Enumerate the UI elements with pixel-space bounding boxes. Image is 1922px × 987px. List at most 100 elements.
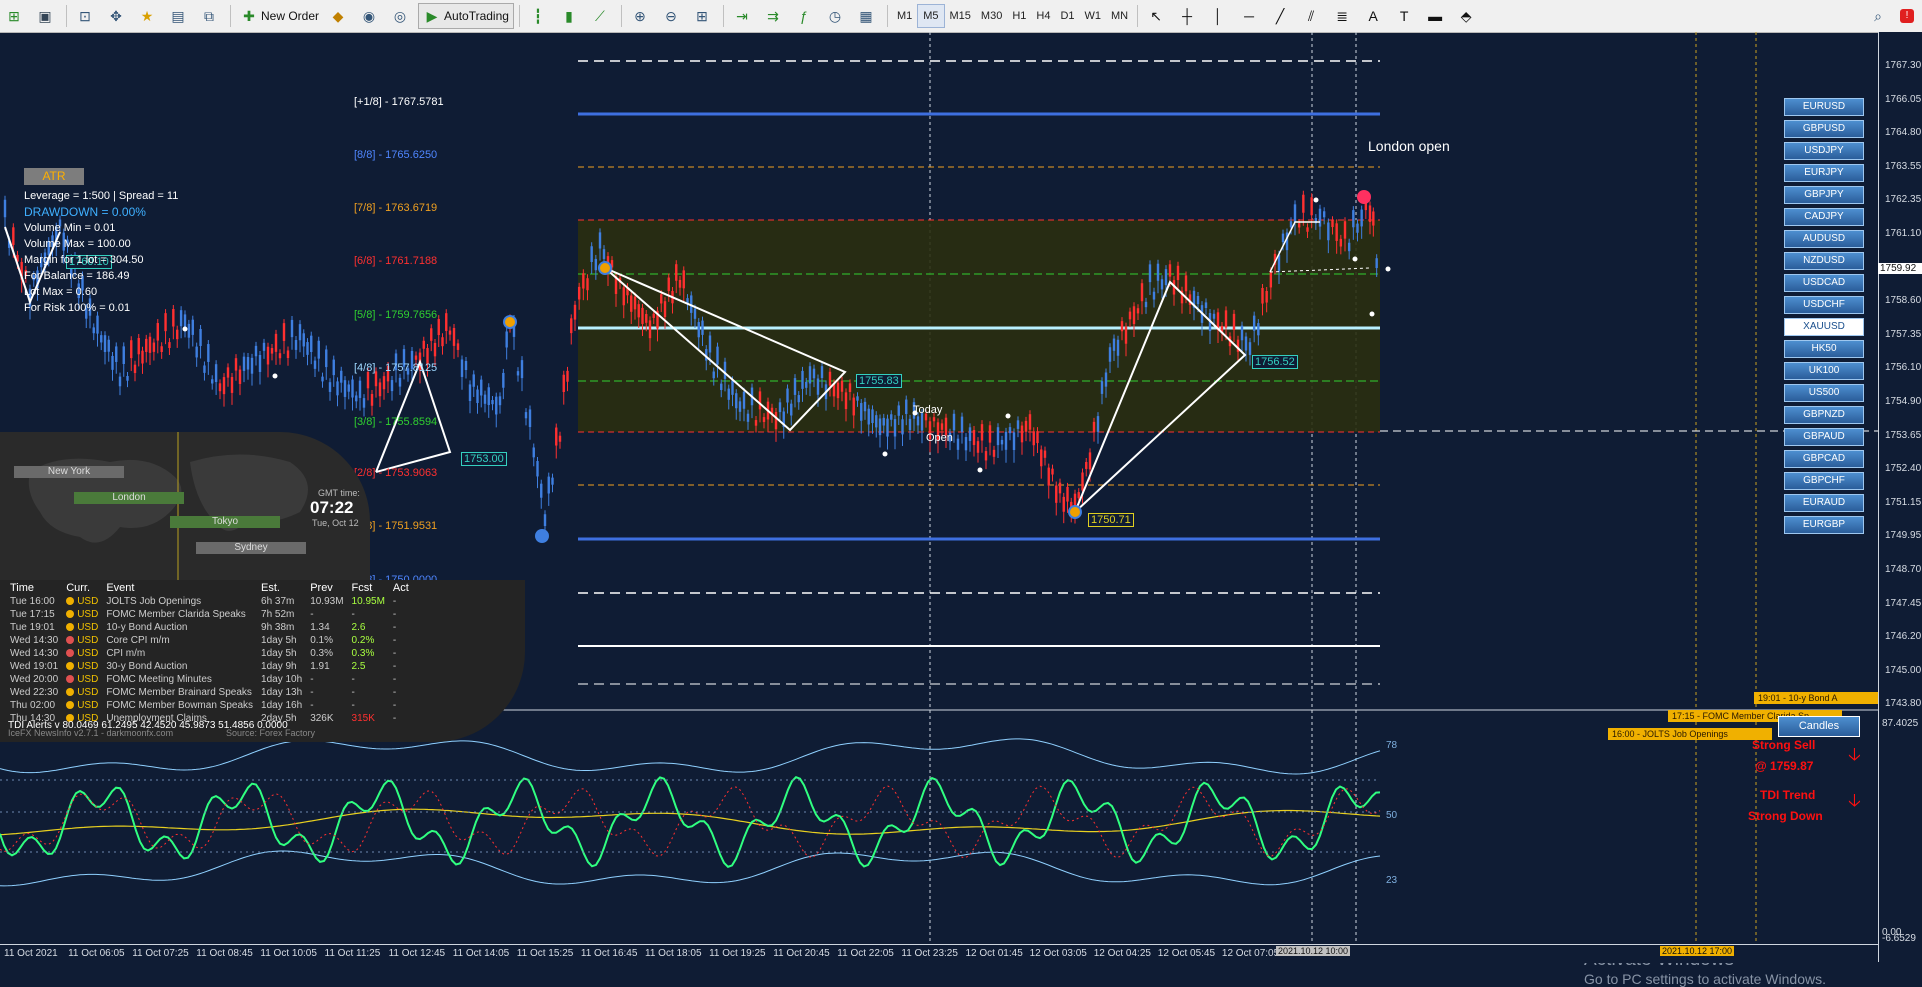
symbol-button-gbpnzd[interactable]: GBPNZD bbox=[1784, 406, 1864, 424]
bar-chart-button[interactable]: ┇ bbox=[525, 4, 554, 28]
symbol-button-gbpaud[interactable]: GBPAUD bbox=[1784, 428, 1864, 446]
news-cell: 0.3% bbox=[351, 648, 375, 659]
market-button[interactable]: ◎ bbox=[387, 4, 416, 28]
cursor-tool[interactable]: ↖ bbox=[1143, 4, 1172, 28]
symbol-button-xauusd[interactable]: XAUUSD bbox=[1784, 318, 1864, 336]
profiles-button[interactable]: ▣ bbox=[32, 4, 61, 28]
signals-button[interactable]: ◉ bbox=[356, 4, 385, 28]
fibonacci-tool[interactable]: ≣ bbox=[1329, 4, 1358, 28]
templates-button[interactable]: ▦ bbox=[853, 4, 882, 28]
label-tool[interactable]: T bbox=[1391, 4, 1420, 28]
symbol-button-cadjpy[interactable]: CADJPY bbox=[1784, 208, 1864, 226]
zoom-in-button[interactable]: ⊕ bbox=[627, 4, 656, 28]
chart-area[interactable]: [+1/8] - 1767.5781 [8/8] - 1765.6250 [7/8]… bbox=[0, 32, 1922, 987]
symbol-button-gbpchf[interactable]: GBPCHF bbox=[1784, 472, 1864, 490]
horizontal-line-icon: ─ bbox=[1244, 8, 1255, 24]
symbol-button-eurjpy[interactable]: EURJPY bbox=[1784, 164, 1864, 182]
symbol-button-eurusd[interactable]: EURUSD bbox=[1784, 98, 1864, 116]
notifications-button[interactable]: ! bbox=[1896, 4, 1921, 28]
candle-body bbox=[984, 451, 988, 461]
symbol-button-eurgbp[interactable]: EURGBP bbox=[1784, 516, 1864, 534]
time-axis[interactable]: 11 Oct 2021 11 Oct 06:05 11 Oct 07:25 11 Oc… bbox=[0, 944, 1878, 963]
symbol-button-us500[interactable]: US500 bbox=[1784, 384, 1864, 402]
timeframe-m15[interactable]: M15 bbox=[945, 5, 976, 27]
timeframe-m5[interactable]: M5 bbox=[917, 4, 945, 28]
chart-shift-button[interactable]: ⇥ bbox=[729, 4, 758, 28]
news-cell: - bbox=[310, 700, 314, 711]
timeframe-m30[interactable]: M30 bbox=[976, 5, 1007, 27]
arrows-tool[interactable]: ▬ bbox=[1422, 4, 1451, 28]
candle-body bbox=[976, 441, 980, 453]
price-axis[interactable]: 1767.30 1766.05 1764.80 1763.55 1762.35 1761.… bbox=[1878, 32, 1922, 962]
data-window-button[interactable]: ✥ bbox=[103, 4, 132, 28]
candle-body bbox=[1081, 472, 1084, 491]
candle-body bbox=[701, 320, 704, 335]
candle-body bbox=[1232, 313, 1236, 331]
search-button[interactable]: ⌕ bbox=[1865, 4, 1894, 28]
candle-body bbox=[893, 419, 897, 437]
impact-dot-icon bbox=[66, 649, 75, 658]
line-chart-button[interactable]: ⟋ bbox=[587, 4, 616, 28]
tester-button[interactable]: ⧉ bbox=[196, 4, 225, 28]
new-order-button[interactable]: ✚ New Order bbox=[236, 4, 323, 28]
symbol-button-usdjpy[interactable]: USDJPY bbox=[1784, 142, 1864, 160]
timeframe-w1[interactable]: W1 bbox=[1080, 5, 1107, 27]
timeframe-m1[interactable]: M1 bbox=[892, 5, 917, 27]
timeframe-h4[interactable]: H4 bbox=[1031, 5, 1055, 27]
time-axis-label: 11 Oct 20:45 bbox=[773, 948, 830, 959]
candle-body bbox=[1318, 208, 1322, 227]
candle-body bbox=[230, 377, 234, 393]
symbol-button-gbpjpy[interactable]: GBPJPY bbox=[1784, 186, 1864, 204]
vertical-line-tool[interactable]: │ bbox=[1205, 4, 1234, 28]
symbol-button-euraud[interactable]: EURAUD bbox=[1784, 494, 1864, 512]
shapes-tool[interactable]: ⬘ bbox=[1453, 4, 1482, 28]
crosshair-tool[interactable]: ┼ bbox=[1174, 4, 1203, 28]
symbol-button-usdcad[interactable]: USDCAD bbox=[1784, 274, 1864, 292]
murrey-label: [7/8] - 1763.6719 bbox=[354, 202, 438, 214]
autoscroll-button[interactable]: ⇉ bbox=[760, 4, 789, 28]
timeframe-d1[interactable]: D1 bbox=[1055, 5, 1079, 27]
candle-body bbox=[555, 427, 558, 446]
terminal-button[interactable]: ▤ bbox=[165, 4, 194, 28]
indicators-button[interactable]: ƒ bbox=[791, 4, 820, 28]
candle-body bbox=[1128, 311, 1132, 320]
toolbar-divider bbox=[518, 5, 520, 27]
candlestick-button[interactable]: ▮ bbox=[556, 4, 585, 28]
symbol-button-usdchf[interactable]: USDCHF bbox=[1784, 296, 1864, 314]
trendline-tool[interactable]: ╱ bbox=[1267, 4, 1296, 28]
candles-button[interactable]: Candles bbox=[1778, 716, 1860, 737]
tile-windows-button[interactable]: ⊞ bbox=[689, 4, 718, 28]
symbol-button-nzdusd[interactable]: NZDUSD bbox=[1784, 252, 1864, 270]
candle-body bbox=[370, 393, 374, 406]
tdi-axis-bottom2: -6.6529 bbox=[1882, 933, 1916, 944]
periods-button[interactable]: ◷ bbox=[822, 4, 851, 28]
candle-body bbox=[1347, 242, 1351, 252]
news-cell: - bbox=[351, 700, 355, 711]
candle-body bbox=[675, 264, 678, 281]
fibonacci-icon: ≣ bbox=[1336, 8, 1348, 24]
new-chart-button[interactable]: ⊞ bbox=[1, 4, 30, 28]
symbol-button-gbpcad[interactable]: GBPCAD bbox=[1784, 450, 1864, 468]
channel-tool[interactable]: ⫽ bbox=[1298, 4, 1327, 28]
candle-body bbox=[122, 346, 125, 364]
news-cell: - bbox=[310, 609, 314, 620]
candle-body bbox=[964, 437, 968, 451]
zoom-out-button[interactable]: ⊖ bbox=[658, 4, 687, 28]
candle-body bbox=[836, 382, 840, 399]
autotrading-button[interactable]: ▶ AutoTrading bbox=[418, 3, 514, 29]
symbol-button-gbpusd[interactable]: GBPUSD bbox=[1784, 120, 1864, 138]
candle-body bbox=[1160, 279, 1164, 290]
horizontal-line-tool[interactable]: ─ bbox=[1236, 4, 1265, 28]
news-column-header: Fcst bbox=[351, 581, 373, 594]
text-tool[interactable]: A bbox=[1360, 4, 1389, 28]
navigator-button[interactable]: ★ bbox=[134, 4, 163, 28]
profiles-icon: ▣ bbox=[38, 8, 52, 24]
candle-body bbox=[1028, 414, 1032, 430]
symbol-button-hk50[interactable]: HK50 bbox=[1784, 340, 1864, 358]
meta-editor-button[interactable]: ◆ bbox=[325, 4, 354, 28]
symbol-button-audusd[interactable]: AUDUSD bbox=[1784, 230, 1864, 248]
timeframe-mn[interactable]: MN bbox=[1106, 5, 1133, 27]
market-watch-button[interactable]: ⊡ bbox=[72, 4, 101, 28]
timeframe-h1[interactable]: H1 bbox=[1007, 5, 1031, 27]
symbol-button-uk100[interactable]: UK100 bbox=[1784, 362, 1864, 380]
